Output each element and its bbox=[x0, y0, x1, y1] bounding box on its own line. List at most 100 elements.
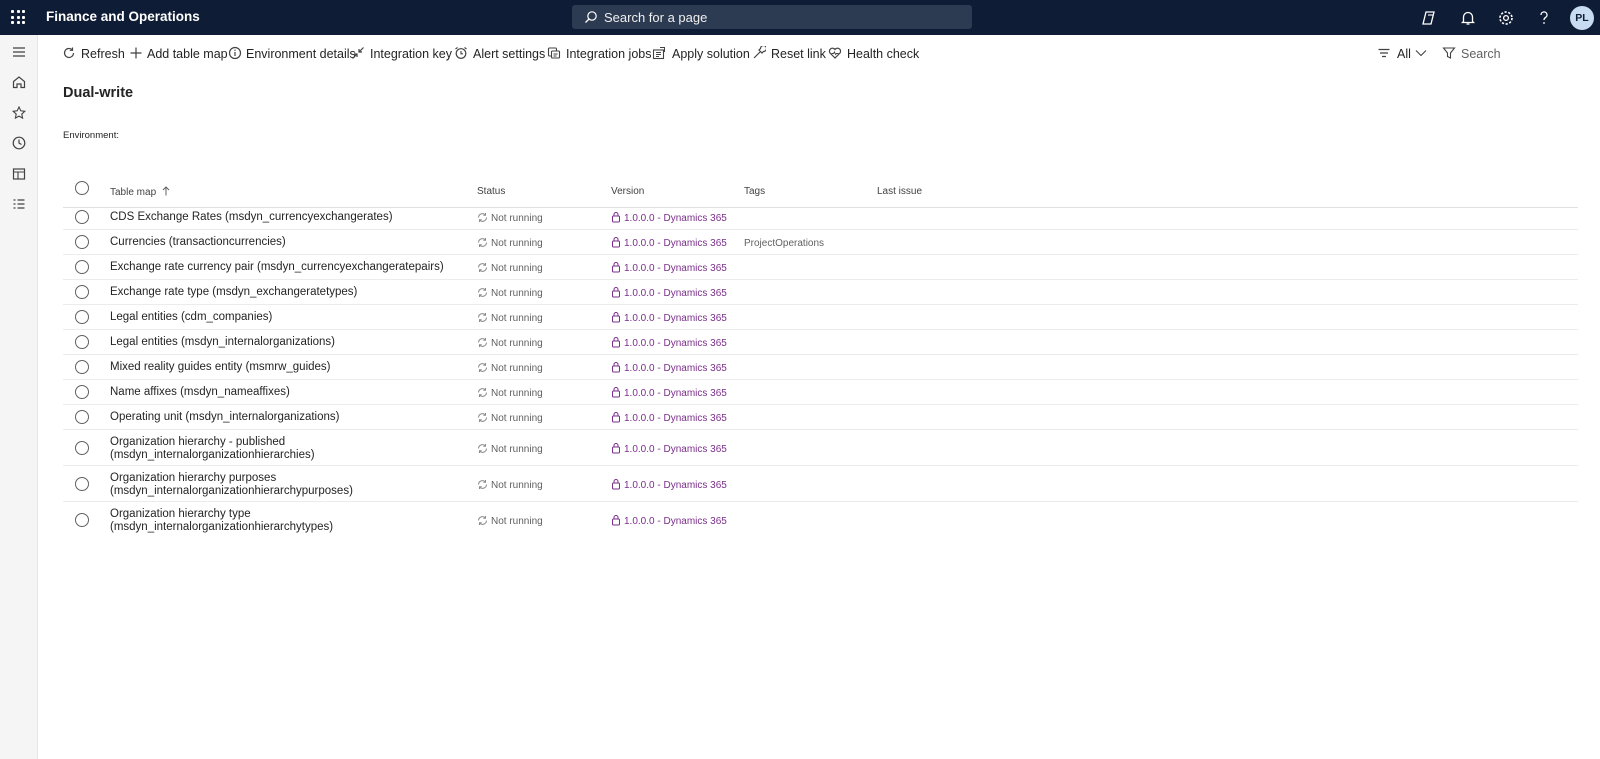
table-map-name[interactable]: Operating unit (msdyn_internalorganizati… bbox=[110, 411, 339, 424]
add-table-map-button[interactable]: Add table map bbox=[129, 45, 228, 63]
table-map-name[interactable]: Organization hierarchy type (msdyn_inter… bbox=[110, 508, 333, 534]
health-check-label: Health check bbox=[847, 47, 920, 61]
lock-icon bbox=[612, 443, 620, 454]
sync-status-icon bbox=[478, 288, 487, 297]
version-text: 1.0.0.0 - Dynamics 365 bbox=[624, 288, 727, 299]
row-select-radio[interactable] bbox=[75, 310, 89, 324]
table-row[interactable]: Exchange rate type (msdyn_exchangeratety… bbox=[63, 280, 1578, 305]
table-map-name[interactable]: Currencies (transactioncurrencies) bbox=[110, 236, 286, 249]
environment-details-button[interactable]: Environment details bbox=[228, 45, 356, 63]
row-select-radio[interactable] bbox=[75, 477, 89, 491]
help-icon[interactable] bbox=[1535, 9, 1553, 27]
row-select-radio[interactable] bbox=[75, 441, 89, 455]
table-row[interactable]: Currencies (transactioncurrencies) Not r… bbox=[63, 230, 1578, 255]
table-row[interactable]: Legal entities (cdm_companies) Not runni… bbox=[63, 305, 1578, 330]
table-map-name[interactable]: Mixed reality guides entity (msmrw_guide… bbox=[110, 361, 331, 374]
copilot-icon[interactable] bbox=[1421, 9, 1439, 27]
row-select-radio[interactable] bbox=[75, 410, 89, 424]
filter-search-button[interactable]: Search bbox=[1442, 45, 1501, 63]
table-map-name[interactable]: Legal entities (msdyn_internalorganizati… bbox=[110, 336, 335, 349]
apply-solution-button[interactable]: Apply solution bbox=[652, 45, 750, 63]
integration-key-button[interactable]: Integration key bbox=[351, 45, 452, 63]
lock-icon bbox=[612, 412, 620, 423]
refresh-button[interactable]: Refresh bbox=[62, 45, 125, 63]
table-row[interactable]: Operating unit (msdyn_internalorganizati… bbox=[63, 405, 1578, 430]
sync-status-icon bbox=[478, 263, 487, 272]
hamburger-menu-icon[interactable] bbox=[11, 44, 27, 60]
workspaces-icon[interactable] bbox=[11, 166, 27, 182]
column-header-last-issue[interactable]: Last issue bbox=[877, 186, 922, 197]
table-map-name-line1: Organization hierarchy type bbox=[110, 508, 251, 520]
integration-jobs-button[interactable]: Integration jobs bbox=[547, 45, 651, 63]
version-text: 1.0.0.0 - Dynamics 365 bbox=[624, 413, 727, 424]
search-placeholder: Search for a page bbox=[604, 10, 708, 25]
integration-key-label: Integration key bbox=[370, 47, 452, 61]
row-select-radio[interactable] bbox=[75, 360, 89, 374]
row-select-radio[interactable] bbox=[75, 285, 89, 299]
row-select-radio[interactable] bbox=[75, 260, 89, 274]
row-select-radio[interactable] bbox=[75, 513, 89, 527]
select-all-radio[interactable] bbox=[75, 181, 89, 195]
table-map-name-line2: (msdyn_internalorganizationhierarchytype… bbox=[110, 521, 334, 533]
table-map-name[interactable]: Organization hierarchy - published (msdy… bbox=[110, 436, 315, 462]
table-row[interactable]: Organization hierarchy type (msdyn_inter… bbox=[63, 502, 1578, 538]
row-select-radio[interactable] bbox=[75, 385, 89, 399]
table-map-name[interactable]: Organization hierarchy purposes (msdyn_i… bbox=[110, 472, 353, 498]
status-text: Not running bbox=[491, 263, 543, 274]
table-map-name-line2: (msdyn_internalorganizationhierarchypurp… bbox=[110, 485, 353, 497]
integration-jobs-icon bbox=[547, 47, 561, 59]
status-text: Not running bbox=[491, 388, 543, 399]
row-select-radio[interactable] bbox=[75, 235, 89, 249]
alert-settings-button[interactable]: Alert settings bbox=[454, 45, 545, 63]
notification-bell-icon[interactable] bbox=[1459, 9, 1477, 27]
table-map-name-line1: Legal entities (cdm_companies) bbox=[110, 311, 273, 323]
table-row[interactable]: Legal entities (msdyn_internalorganizati… bbox=[63, 330, 1578, 355]
health-check-button[interactable]: Health check bbox=[828, 45, 919, 63]
version-text: 1.0.0.0 - Dynamics 365 bbox=[624, 213, 727, 224]
filter-all-dropdown[interactable]: All bbox=[1377, 45, 1427, 63]
integration-key-icon bbox=[352, 47, 364, 59]
table-row[interactable]: CDS Exchange Rates (msdyn_currencyexchan… bbox=[63, 204, 1578, 230]
column-header-version[interactable]: Version bbox=[611, 186, 644, 197]
table-map-name[interactable]: Exchange rate type (msdyn_exchangeratety… bbox=[110, 286, 357, 299]
table-row[interactable]: Organization hierarchy - published (msdy… bbox=[63, 430, 1578, 466]
reset-link-label: Reset link bbox=[771, 47, 826, 61]
sync-status-icon bbox=[478, 238, 487, 247]
table-map-name[interactable]: Name affixes (msdyn_nameaffixes) bbox=[110, 386, 290, 399]
table-map-name-line1: Name affixes (msdyn_nameaffixes) bbox=[110, 386, 290, 398]
table-row[interactable]: Mixed reality guides entity (msmrw_guide… bbox=[63, 355, 1578, 380]
table-row[interactable]: Organization hierarchy purposes (msdyn_i… bbox=[63, 466, 1578, 502]
favorites-star-icon[interactable] bbox=[11, 105, 27, 121]
table-row[interactable]: Name affixes (msdyn_nameaffixes) Not run… bbox=[63, 380, 1578, 405]
column-header-table-map[interactable]: Table map bbox=[110, 186, 170, 198]
column-header-status[interactable]: Status bbox=[477, 186, 505, 197]
table-row[interactable]: Exchange rate currency pair (msdyn_curre… bbox=[63, 255, 1578, 280]
reset-link-button[interactable]: Reset link bbox=[752, 45, 826, 63]
lock-icon bbox=[612, 312, 620, 323]
table-map-name-line1: Organization hierarchy - published bbox=[110, 436, 286, 448]
home-icon[interactable] bbox=[11, 74, 27, 90]
lock-icon bbox=[612, 287, 620, 298]
table-map-name-line1: CDS Exchange Rates (msdyn_currencyexchan… bbox=[110, 211, 393, 223]
version-text: 1.0.0.0 - Dynamics 365 bbox=[624, 516, 727, 527]
status-text: Not running bbox=[491, 238, 543, 249]
column-header-tags[interactable]: Tags bbox=[744, 186, 765, 197]
table-map-name[interactable]: CDS Exchange Rates (msdyn_currencyexchan… bbox=[110, 211, 393, 224]
heart-icon bbox=[828, 47, 842, 59]
user-avatar[interactable]: PL bbox=[1570, 6, 1594, 30]
top-bar: Finance and Operations Search for a page… bbox=[0, 0, 1600, 35]
row-select-radio[interactable] bbox=[75, 335, 89, 349]
recent-clock-icon[interactable] bbox=[11, 135, 27, 151]
row-select-radio[interactable] bbox=[75, 210, 89, 224]
environment-label: Environment: bbox=[63, 130, 119, 141]
table-map-name[interactable]: Legal entities (cdm_companies) bbox=[110, 311, 272, 324]
modules-list-icon[interactable] bbox=[11, 196, 27, 212]
table-map-name[interactable]: Exchange rate currency pair (msdyn_curre… bbox=[110, 261, 444, 274]
version-text: 1.0.0.0 - Dynamics 365 bbox=[624, 313, 727, 324]
app-launcher-icon[interactable] bbox=[11, 10, 25, 24]
table-map-name-line1: Legal entities (msdyn_internalorganizati… bbox=[110, 336, 336, 348]
gear-icon[interactable] bbox=[1497, 9, 1515, 27]
app-title[interactable]: Finance and Operations bbox=[46, 9, 200, 24]
search-page-input[interactable]: Search for a page bbox=[572, 5, 972, 29]
version-text: 1.0.0.0 - Dynamics 365 bbox=[624, 388, 727, 399]
